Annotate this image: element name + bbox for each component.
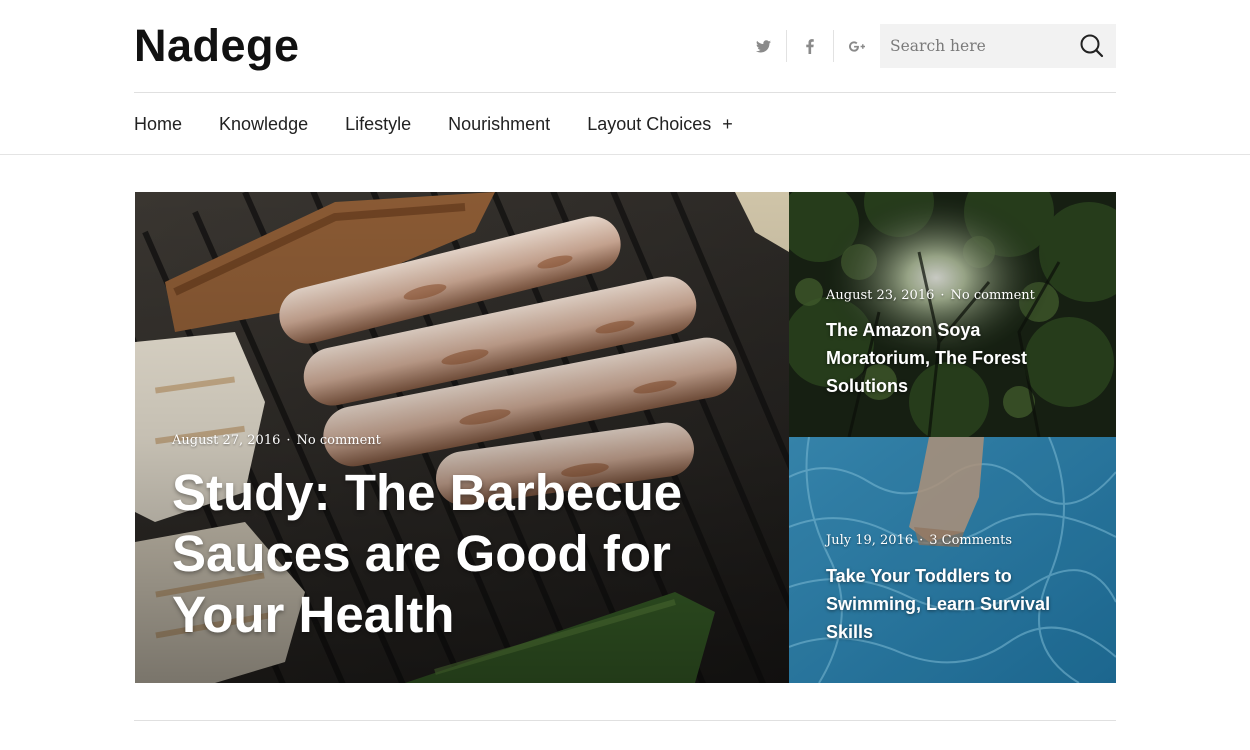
social-links [740, 26, 880, 66]
post-date[interactable]: July 19, 2016 [826, 533, 913, 548]
search-icon [1080, 34, 1104, 58]
nav-item-lifestyle[interactable]: Lifestyle [345, 114, 411, 135]
submenu-expand-icon[interactable]: + [722, 114, 733, 135]
post-comments[interactable]: No comment [297, 433, 381, 448]
post-title[interactable]: The Amazon Soya Moratorium, The Forest S… [826, 316, 1086, 400]
featured-post-side-1[interactable]: August 23, 2016 · No comment The Amazon So… [789, 192, 1116, 437]
search-button[interactable] [1078, 32, 1106, 60]
post-title[interactable]: Study: The Barbecue Sauces are Good for … [172, 462, 732, 645]
nav-item-knowledge[interactable]: Knowledge [219, 114, 308, 135]
featured-post-main[interactable]: August 27, 2016 · No comment Study: The Ba… [135, 192, 789, 683]
nav-divider [0, 154, 1250, 155]
facebook-icon[interactable] [787, 26, 833, 66]
site-logo[interactable]: Nadege [134, 20, 300, 72]
post-comments[interactable]: 3 Comments [929, 533, 1012, 548]
twitter-icon[interactable] [740, 26, 786, 66]
content-divider [134, 720, 1116, 721]
post-meta: August 27, 2016 · No comment [172, 433, 381, 448]
pool-image [789, 437, 1116, 683]
nav-item-layout-choices[interactable]: Layout Choices [587, 114, 711, 135]
meta-separator: · [919, 533, 924, 548]
post-date[interactable]: August 27, 2016 [172, 433, 280, 448]
post-comments[interactable]: No comment [951, 288, 1035, 303]
search-input[interactable] [880, 24, 1070, 68]
nav-item-home[interactable]: Home [134, 114, 182, 135]
meta-separator: · [286, 433, 291, 448]
forest-image [789, 192, 1116, 437]
post-meta: August 23, 2016 · No comment [826, 288, 1035, 303]
post-date[interactable]: August 23, 2016 [826, 288, 934, 303]
nav-item-nourishment[interactable]: Nourishment [448, 114, 550, 135]
post-meta: July 19, 2016 · 3 Comments [826, 533, 1012, 548]
featured-post-side-2[interactable]: July 19, 2016 · 3 Comments Take Your Toddl… [789, 437, 1116, 683]
google-plus-icon[interactable] [834, 26, 880, 66]
meta-separator: · [940, 288, 945, 303]
post-title[interactable]: Take Your Toddlers to Swimming, Learn Su… [826, 562, 1086, 646]
main-nav: Home Knowledge Lifestyle Nourishment Lay… [134, 110, 733, 138]
search-box [880, 24, 1116, 68]
header-divider [134, 92, 1116, 93]
